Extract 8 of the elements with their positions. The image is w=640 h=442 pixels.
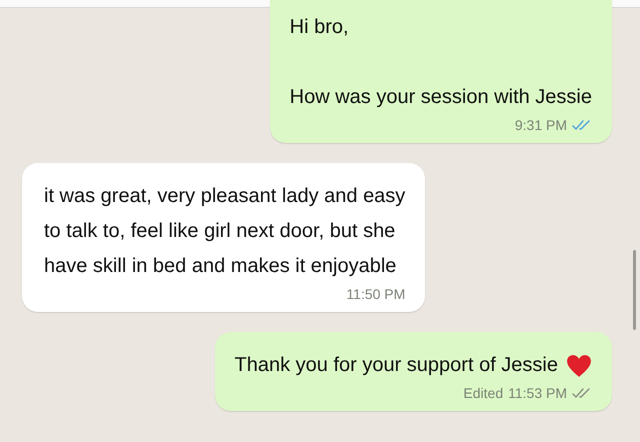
message-time: 11:50 PM: [346, 286, 406, 302]
message-time: 9:31 PM: [514, 117, 567, 133]
message-time: 11:53 PM: [508, 385, 567, 401]
scrollbar[interactable]: [633, 250, 636, 330]
message-text: Hi bro, How was your session with Jessie: [290, 15, 592, 110]
message-text: Thank you for your support of Jessie: [234, 353, 558, 378]
edited-label: Edited: [463, 385, 504, 401]
message-text: it was great, very pleasant lady and easy to talk to, feel like girl next door, but she have skill in bed and makes it enjoyable: [44, 184, 406, 279]
